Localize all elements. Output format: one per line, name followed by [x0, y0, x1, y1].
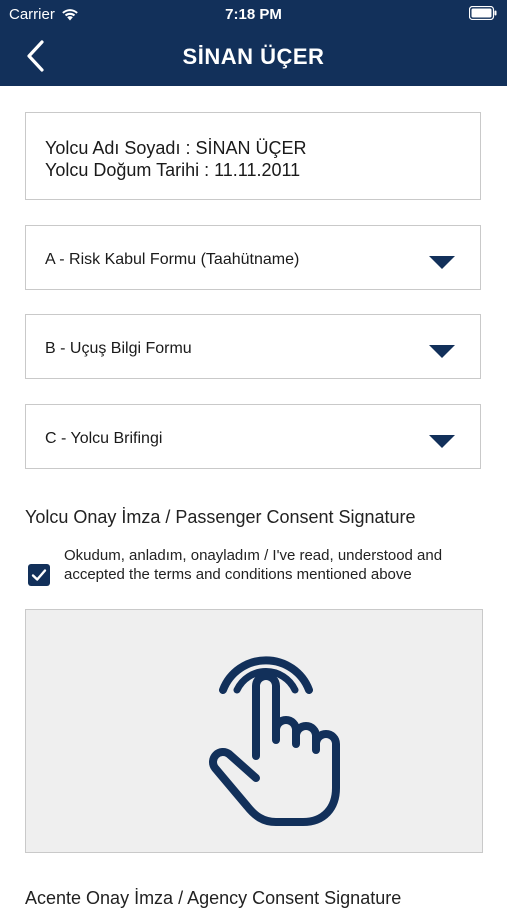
passenger-name: Yolcu Adı Soyadı : SİNAN ÜÇER	[45, 138, 307, 158]
dropdown-label: B - Uçuş Bilgi Formu	[45, 340, 192, 357]
consent-checkbox[interactable]	[28, 564, 50, 586]
checkmark-icon	[31, 569, 47, 581]
status-time: 7:18 PM	[225, 6, 282, 23]
passenger-signature-title: Yolcu Onay İmza / Passenger Consent Sign…	[25, 507, 416, 527]
app-header: Carrier 7:18 PM SİNAN ÜÇER	[0, 0, 507, 86]
dropdown-passenger-briefing[interactable]: C - Yolcu Brifingi	[25, 404, 481, 469]
battery-icon	[468, 5, 497, 24]
status-bar: Carrier 7:18 PM	[0, 0, 507, 28]
agency-signature-title: Acente Onay İmza / Agency Consent Signat…	[25, 888, 402, 908]
chevron-down-icon	[429, 345, 455, 358]
chevron-down-icon	[429, 435, 455, 448]
consent-text: Okudum, anladım, onayladım / I've read, …	[64, 547, 443, 583]
passenger-signature-pad[interactable]	[25, 609, 483, 853]
chevron-down-icon	[429, 256, 455, 269]
page-title: SİNAN ÜÇER	[182, 44, 325, 69]
dropdown-label: A - Risk Kabul Formu (Taahütname)	[45, 251, 300, 268]
passenger-birth-date: Yolcu Doğum Tarihi : 11.11.2011	[45, 160, 301, 180]
dropdown-label: C - Yolcu Brifingi	[45, 430, 163, 447]
passenger-info-card: Yolcu Adı Soyadı : SİNAN ÜÇER Yolcu Doğu…	[25, 112, 481, 200]
dropdown-risk-form[interactable]: A - Risk Kabul Formu (Taahütname)	[25, 225, 481, 290]
hand-pointer-icon	[209, 656, 340, 826]
dropdown-flight-info-form[interactable]: B - Uçuş Bilgi Formu	[25, 314, 481, 379]
